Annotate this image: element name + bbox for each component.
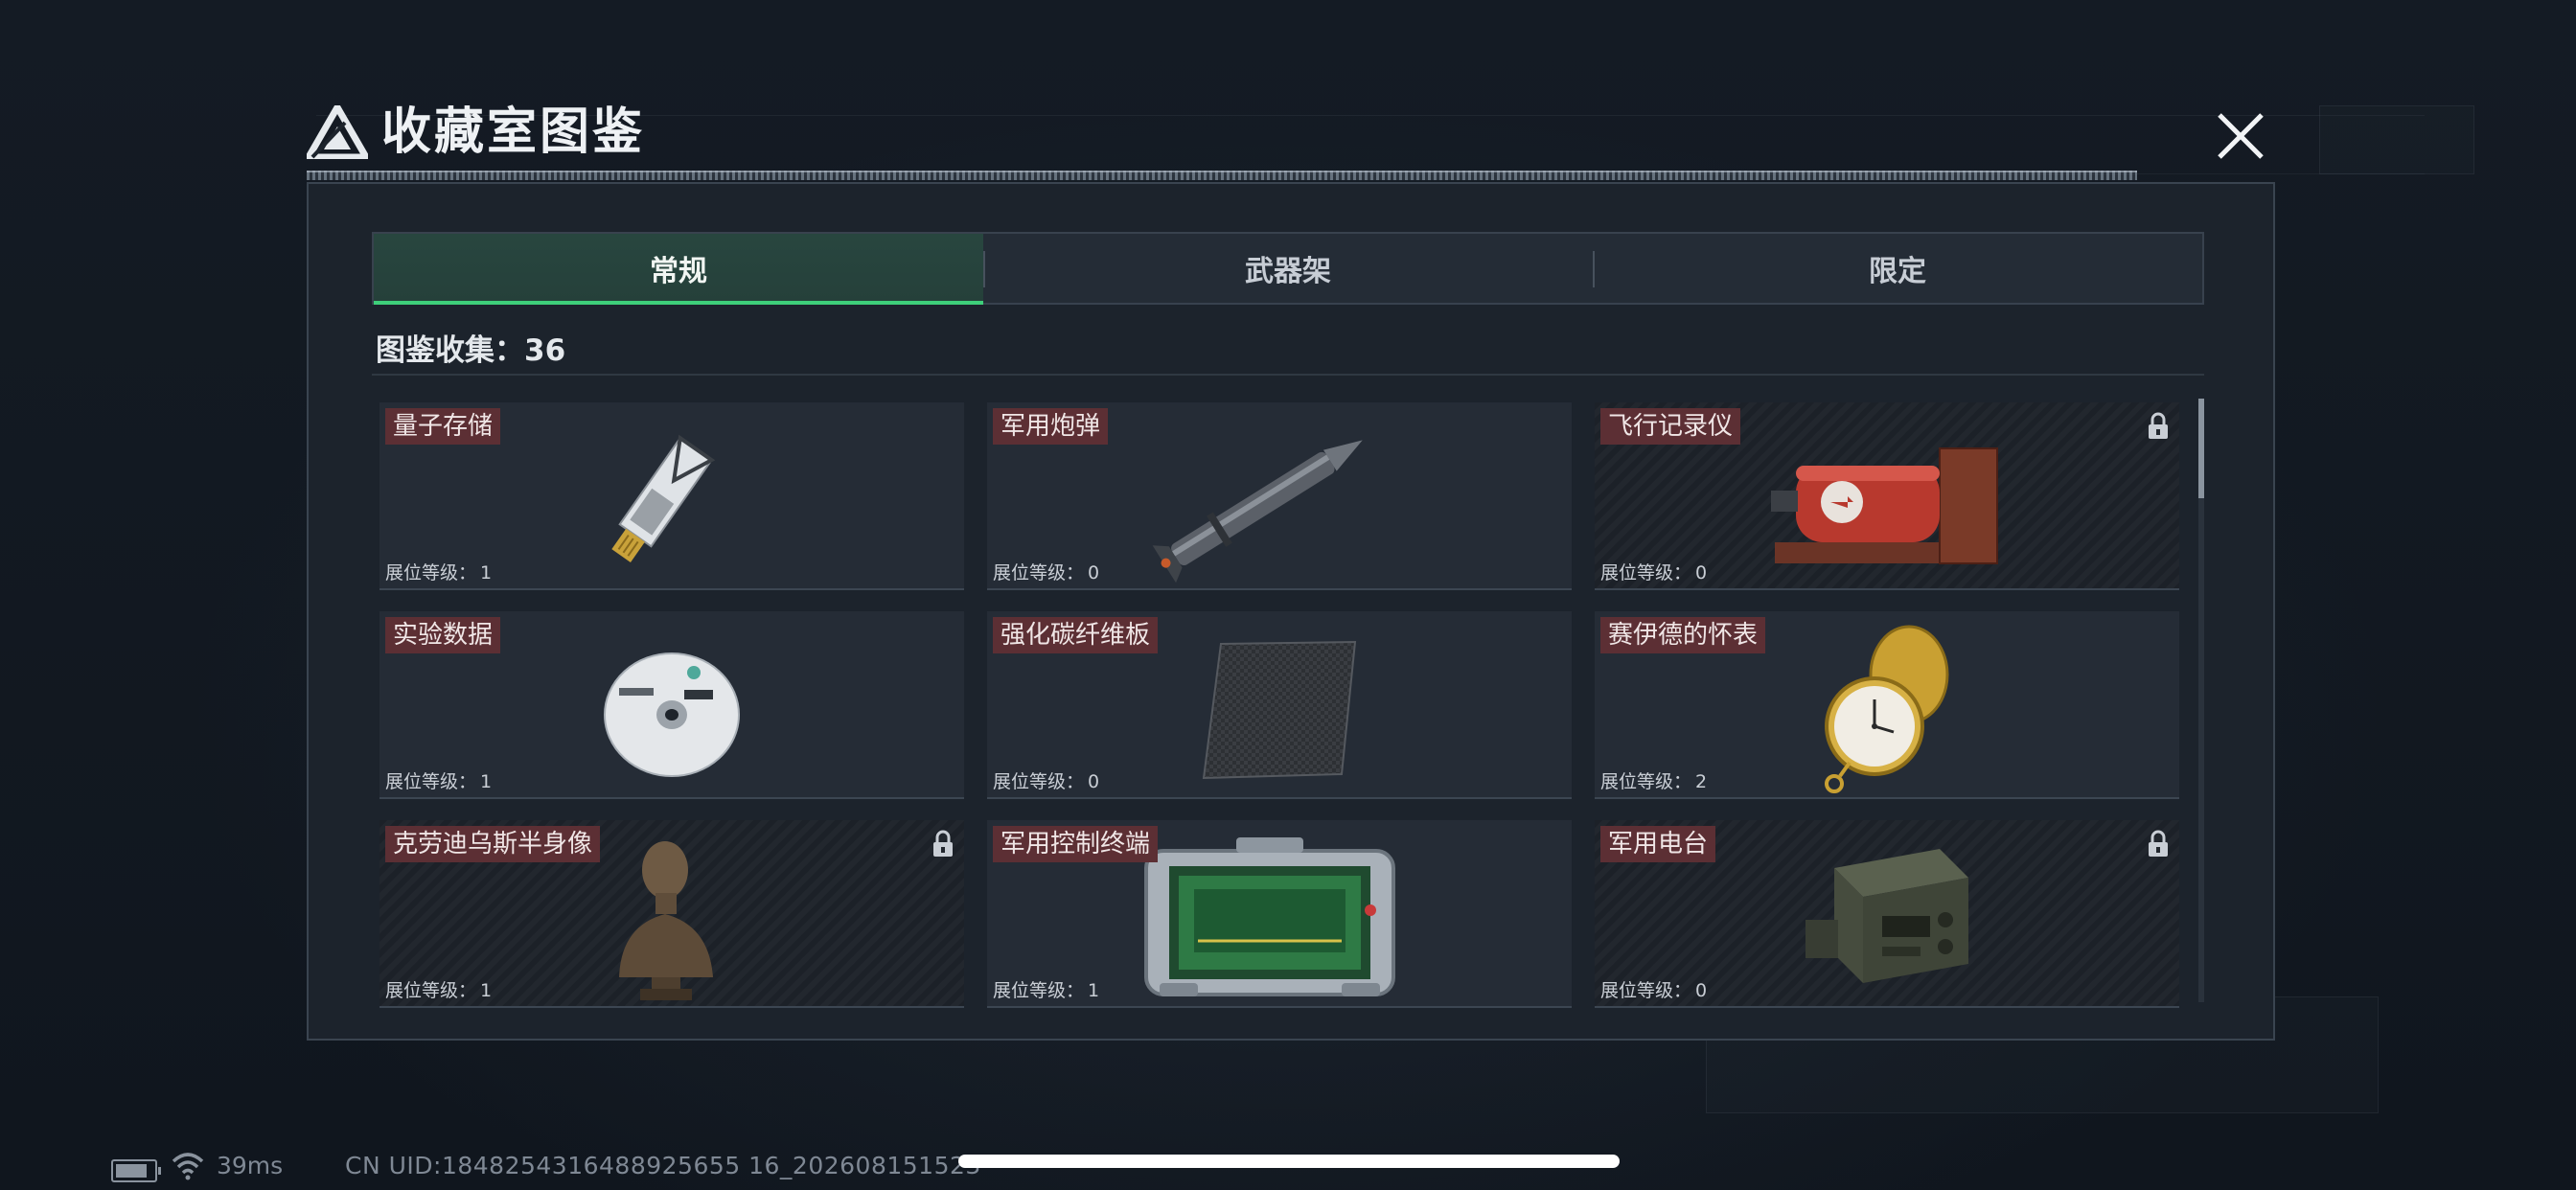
level-label: 展位等级：: [385, 562, 477, 584]
header-divider: [307, 171, 2137, 180]
tab-limited[interactable]: 限定: [1593, 234, 2202, 303]
collection-dialog: 常规 武器架 限定 图鉴收集：36 量子存储 展位等级： 1 军用炮弹 展位等级…: [307, 182, 2275, 1041]
item-name: 量子存储: [385, 408, 501, 445]
dialog-title: 收藏室图鉴: [381, 103, 646, 161]
control-terminal-icon: [1144, 837, 1395, 996]
item-card[interactable]: 强化碳纤维板 展位等级： 0: [987, 611, 1572, 799]
carbon-plate-icon: [1202, 640, 1357, 780]
uid-text: CN UID:1848254316488925655 16_2026081515…: [345, 1152, 981, 1179]
level-label: 展位等级：: [1600, 980, 1692, 1001]
bust-statue-icon: [619, 841, 713, 1000]
item-name: 实验数据: [385, 617, 501, 653]
item-card[interactable]: 军用炮弹 展位等级： 0: [987, 402, 1572, 590]
item-name: 飞行记录仪: [1600, 408, 1741, 445]
item-level: 展位等级： 1: [385, 559, 492, 584]
item-card[interactable]: 克劳迪乌斯半身像 展位等级： 1: [380, 820, 964, 1008]
ping-text: 39ms: [217, 1152, 284, 1179]
collection-count: 图鉴收集：36: [376, 326, 565, 369]
item-card[interactable]: 量子存储 展位等级： 1: [380, 402, 964, 590]
item-name: 克劳迪乌斯半身像: [385, 826, 601, 862]
item-level: 展位等级： 0: [1600, 976, 1707, 1002]
level-value: 1: [480, 562, 493, 584]
item-name: 赛伊德的怀表: [1600, 617, 1766, 653]
item-level: 展位等级： 1: [385, 767, 492, 793]
level-value: 0: [1695, 980, 1708, 1001]
item-card[interactable]: 飞行记录仪 展位等级： 0: [1595, 402, 2179, 590]
level-label: 展位等级：: [1600, 562, 1692, 584]
item-level: 展位等级： 0: [1600, 559, 1707, 584]
level-value: 2: [1695, 771, 1708, 792]
item-name: 军用电台: [1600, 826, 1716, 862]
lock-icon: [2149, 412, 2168, 439]
collection-label: 图鉴收集：: [376, 333, 524, 368]
item-level: 展位等级： 1: [385, 976, 492, 1002]
usb-drive-icon: [611, 434, 715, 562]
delta-triangle-icon: [307, 105, 368, 159]
level-label: 展位等级：: [993, 562, 1085, 584]
level-label: 展位等级：: [385, 771, 477, 792]
divider: [372, 374, 2204, 376]
item-card[interactable]: 实验数据 展位等级： 1: [380, 611, 964, 799]
flight-recorder-icon: [1771, 447, 1998, 564]
artillery-shell-icon: [1152, 440, 1363, 583]
item-name: 军用炮弹: [993, 408, 1109, 445]
tab-weapon-rack[interactable]: 武器架: [983, 234, 1593, 303]
item-card[interactable]: 军用控制终端 展位等级： 1: [987, 820, 1572, 1008]
item-level: 展位等级： 1: [993, 976, 1099, 1002]
data-disc-icon: [604, 652, 740, 777]
tab-regular[interactable]: 常规: [374, 234, 983, 305]
scrollbar[interactable]: [2198, 399, 2204, 1002]
wifi-icon: [172, 1153, 204, 1180]
level-value: 1: [480, 980, 493, 1001]
level-label: 展位等级：: [385, 980, 477, 1001]
collection-value: 36: [524, 333, 566, 368]
lock-icon: [2149, 830, 2168, 857]
military-radio-icon: [1806, 849, 1968, 983]
item-name: 强化碳纤维板: [993, 617, 1159, 653]
level-label: 展位等级：: [1600, 771, 1692, 792]
level-value: 0: [1088, 562, 1100, 584]
battery-icon: [111, 1159, 161, 1182]
item-card[interactable]: 军用电台 展位等级： 0: [1595, 820, 2179, 1008]
tab-bar: 常规 武器架 限定: [372, 232, 2204, 305]
close-icon[interactable]: [2212, 107, 2269, 165]
pocket-watch-icon: [1825, 625, 1949, 793]
background-panel: [2319, 105, 2474, 174]
level-value: 0: [1695, 562, 1708, 584]
home-indicator[interactable]: [958, 1155, 1620, 1168]
dialog-header: 收藏室图鉴: [307, 96, 2137, 182]
item-name: 军用控制终端: [993, 826, 1159, 862]
item-card[interactable]: 赛伊德的怀表 展位等级： 2: [1595, 611, 2179, 799]
item-grid: 量子存储 展位等级： 1 军用炮弹 展位等级： 0 飞行记录仪 展位等级： 0 …: [380, 402, 2181, 1008]
level-value: 1: [480, 771, 493, 792]
level-label: 展位等级：: [993, 980, 1085, 1001]
item-level: 展位等级： 0: [993, 767, 1099, 793]
item-level: 展位等级： 0: [993, 559, 1099, 584]
level-label: 展位等级：: [993, 771, 1085, 792]
scrollbar-thumb[interactable]: [2198, 399, 2204, 498]
item-level: 展位等级： 2: [1600, 767, 1707, 793]
lock-icon: [933, 830, 953, 857]
level-value: 0: [1088, 771, 1100, 792]
level-value: 1: [1088, 980, 1100, 1001]
